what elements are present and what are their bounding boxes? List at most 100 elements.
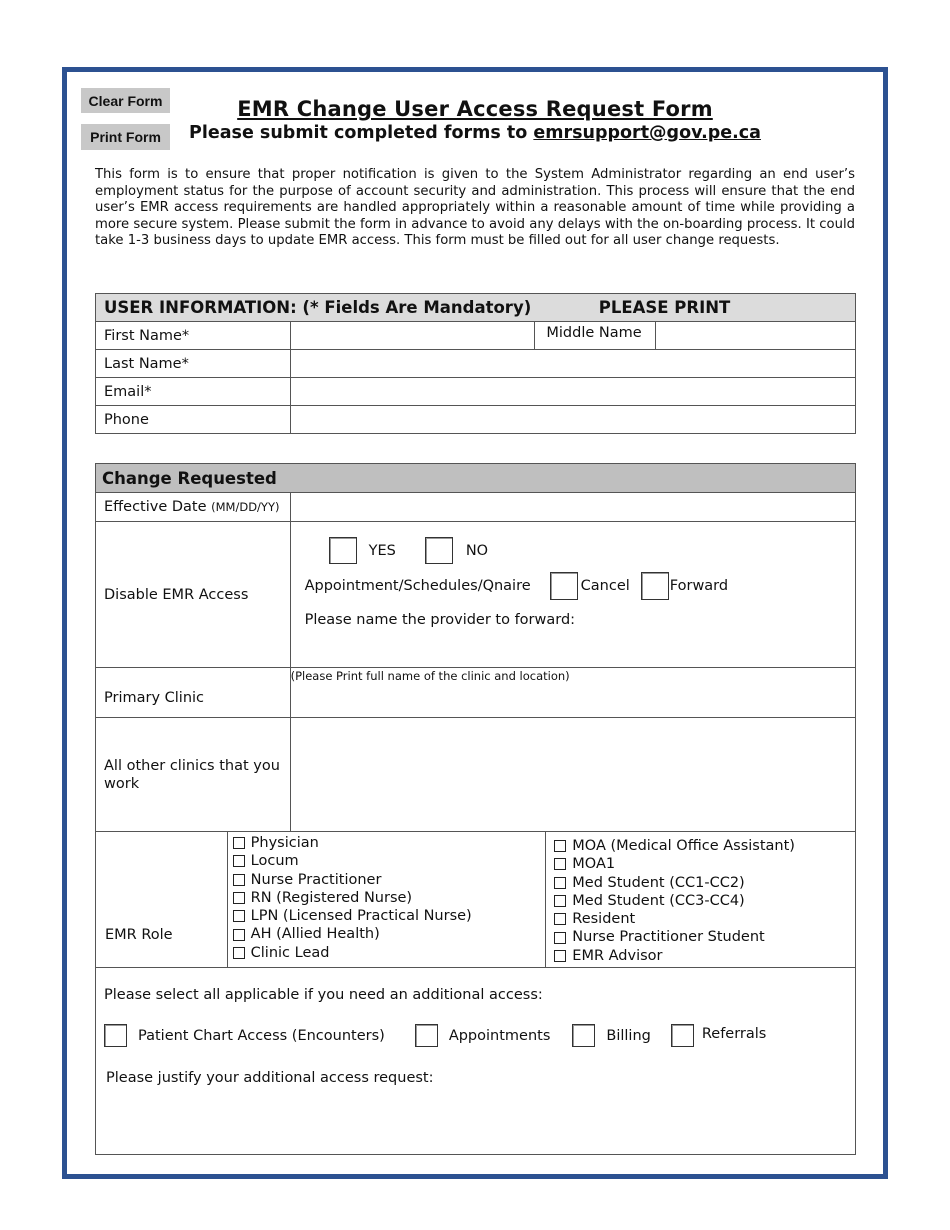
disable-yes-no-group: YES NO <box>328 537 489 564</box>
subtitle-text: Please submit completed forms to <box>189 123 534 143</box>
role-checkbox[interactable] <box>232 910 245 923</box>
appointment-forward-checkbox[interactable] <box>640 572 669 600</box>
intro-paragraph: This form is to ensure that proper notif… <box>95 167 855 249</box>
role-label: Physician <box>250 835 319 851</box>
role-checkbox[interactable] <box>554 949 567 962</box>
phone-label: Phone <box>95 405 291 434</box>
role-option[interactable]: RN (Registered Nurse) <box>232 889 546 907</box>
additional-access-prompt: Please select all applicable if you need… <box>104 987 543 1004</box>
appointment-cancel-label: Cancel <box>580 578 630 594</box>
last-name-field[interactable] <box>289 349 857 378</box>
additional-access-label: Appointments <box>448 1027 551 1044</box>
role-checkbox[interactable] <box>232 946 245 959</box>
additional-access-checkbox[interactable] <box>414 1024 438 1048</box>
emr-role-list-right: MOA (Medical Office Assistant) MOA1 Med St… <box>545 830 856 969</box>
role-option[interactable]: Resident <box>554 910 855 928</box>
emr-role-list-left: Physician Locum Nurse Practitioner RN (Regi… <box>226 830 547 969</box>
additional-access-label: Referrals <box>701 1025 767 1042</box>
last-name-label: Last Name* <box>95 349 291 378</box>
additional-access-checkbox[interactable] <box>670 1024 694 1048</box>
first-name-field[interactable] <box>289 321 536 350</box>
additional-access-label: Billing <box>606 1027 651 1044</box>
disable-emr-access-cell: YES NO Appointment/Schedules/Qnaire Canc… <box>289 521 857 668</box>
role-checkbox[interactable] <box>554 840 567 853</box>
primary-clinic-hint: (Please Print full name of the clinic an… <box>290 669 570 683</box>
role-option[interactable]: Clinic Lead <box>232 944 546 962</box>
role-option[interactable]: Locum <box>232 852 546 870</box>
role-checkbox[interactable] <box>554 913 567 926</box>
other-clinics-label: All other clinics that you work <box>95 717 291 832</box>
email-field[interactable] <box>289 377 857 406</box>
role-label: AH (Allied Health) <box>250 926 380 943</box>
role-checkbox[interactable] <box>554 858 567 871</box>
role-label: Nurse Practitioner Student <box>572 929 765 946</box>
role-option[interactable]: AH (Allied Health) <box>232 925 546 943</box>
disable-yes-label: YES <box>368 542 396 559</box>
middle-name-field[interactable] <box>655 321 856 350</box>
effective-date-format: (MM/DD/YY) <box>211 500 280 514</box>
appointment-label: Appointment/Schedules/Qnaire <box>304 578 531 594</box>
change-requested-header: Change Requested <box>95 463 856 493</box>
role-option[interactable]: Med Student (CC3-CC4) <box>554 892 855 910</box>
other-clinics-field[interactable] <box>289 717 857 832</box>
additional-access-checkbox[interactable] <box>104 1024 127 1048</box>
role-label: Locum <box>250 853 299 870</box>
role-option[interactable]: MOA (Medical Office Assistant) <box>554 837 855 855</box>
form-subtitle: Please submit completed forms to emrsupp… <box>180 123 770 143</box>
additional-access-cell: Please select all applicable if you need… <box>95 967 856 1156</box>
email-label: Email* <box>95 377 291 406</box>
role-option[interactable]: Nurse Practitioner <box>232 871 546 889</box>
role-option[interactable]: Med Student (CC1-CC2) <box>554 874 855 892</box>
phone-field[interactable] <box>289 405 857 434</box>
user-information-table: USER INFORMATION: (* Fields Are Mandator… <box>95 293 857 434</box>
role-label: MOA1 <box>572 856 616 873</box>
appointment-forward-label: Forward <box>669 578 729 594</box>
role-checkbox[interactable] <box>232 873 245 886</box>
role-label: Clinic Lead <box>250 944 330 961</box>
disable-no-checkbox[interactable] <box>424 537 453 564</box>
form-title: EMR Change User Access Request Form <box>237 97 713 121</box>
effective-date-label: Effective Date (MM/DD/YY) <box>95 492 291 522</box>
please-print-note: PLEASE PRINT <box>598 298 731 317</box>
primary-clinic-field[interactable]: (Please Print full name of the clinic an… <box>289 667 857 718</box>
middle-name-label: Middle Name <box>534 321 657 350</box>
role-label: Nurse Practitioner <box>250 871 382 888</box>
role-checkbox[interactable] <box>554 931 567 944</box>
disable-yes-checkbox[interactable] <box>328 537 357 564</box>
additional-access-label: Patient Chart Access (Encounters) <box>138 1027 385 1044</box>
role-checkbox[interactable] <box>554 876 567 889</box>
user-info-header: USER INFORMATION: (* Fields Are Mandator… <box>95 293 856 322</box>
role-option[interactable]: MOA1 <box>554 855 855 873</box>
role-label: Med Student (CC1-CC2) <box>572 874 745 891</box>
role-label: MOA (Medical Office Assistant) <box>572 838 795 854</box>
role-checkbox[interactable] <box>232 928 245 941</box>
role-label: Resident <box>572 911 636 928</box>
forward-provider-label: Please name the provider to forward: <box>304 612 576 628</box>
user-info-header-title: USER INFORMATION: (* Fields Are Mandator… <box>104 298 532 317</box>
primary-clinic-label: Primary Clinic <box>95 667 291 718</box>
change-requested-table: Change Requested Effective Date (MM/DD/Y… <box>95 463 857 1156</box>
role-label: RN (Registered Nurse) <box>250 889 413 906</box>
effective-date-field[interactable] <box>289 492 857 522</box>
role-checkbox[interactable] <box>232 855 245 868</box>
role-option[interactable]: Physician <box>232 834 546 852</box>
role-option[interactable]: Nurse Practitioner Student <box>554 928 855 946</box>
first-name-label: First Name* <box>95 321 291 350</box>
appointment-cancel-checkbox[interactable] <box>549 572 578 600</box>
role-checkbox[interactable] <box>554 895 567 908</box>
additional-access-checkbox[interactable] <box>572 1024 596 1048</box>
role-checkbox[interactable] <box>232 837 245 850</box>
disable-emr-access-label: Disable EMR Access <box>95 521 291 668</box>
role-option[interactable]: EMR Advisor <box>554 947 855 965</box>
print-form-button[interactable]: Print Form <box>81 124 170 150</box>
additional-access-options: Patient Chart Access (Encounters) Appoint… <box>104 1024 767 1048</box>
appointment-group: Appointment/Schedules/Qnaire Cancel Forw… <box>304 572 729 600</box>
role-checkbox[interactable] <box>232 892 245 905</box>
support-email-link[interactable]: emrsupport@gov.pe.ca <box>533 123 761 143</box>
role-label: EMR Advisor <box>572 947 663 964</box>
clear-form-button[interactable]: Clear Form <box>81 88 170 113</box>
role-option[interactable]: LPN (Licensed Practical Nurse) <box>232 907 546 925</box>
effective-date-label-text: Effective Date <box>104 499 207 515</box>
justify-label: Please justify your additional access re… <box>106 1070 434 1087</box>
disable-no-label: NO <box>465 542 489 559</box>
